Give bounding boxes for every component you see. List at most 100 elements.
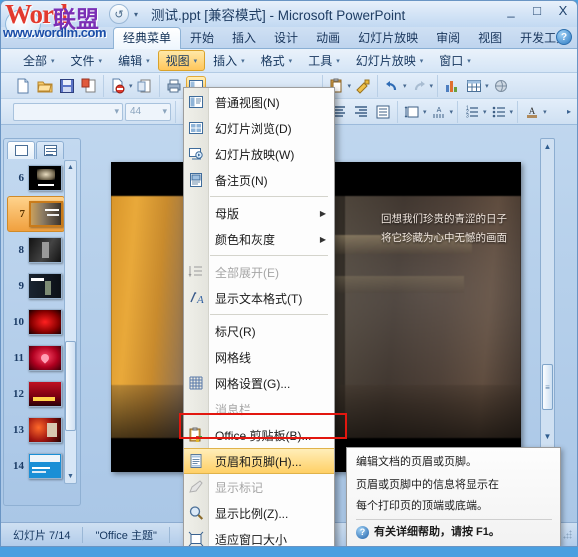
chevron-down-icon[interactable]: ▾ — [132, 10, 140, 19]
slide-thumbnail-preview[interactable] — [28, 165, 62, 191]
help-icon[interactable]: ? — [556, 29, 572, 45]
line-spacing-icon[interactable] — [402, 102, 422, 122]
slide-thumbnail-preview[interactable] — [28, 309, 62, 335]
menu-item-6[interactable]: 工具 ▾ — [300, 50, 348, 71]
list-item[interactable]: 8 — [7, 232, 65, 268]
chevron-down-icon[interactable]: ▾ — [241, 57, 245, 65]
menu-item-1[interactable]: 文件 ▾ — [63, 50, 111, 71]
chart-icon[interactable] — [442, 76, 462, 96]
dropdown-item-18[interactable]: 显示比例(Z)... — [184, 500, 334, 526]
chevron-down-icon[interactable]: ▾ — [162, 106, 167, 117]
thumbnail-scrollbar[interactable]: ▲ ▼ — [64, 160, 77, 484]
print-preview-icon[interactable] — [79, 76, 99, 96]
character-spacing-icon[interactable]: A — [429, 102, 449, 122]
list-item[interactable]: 13 — [7, 412, 65, 448]
align-right-icon[interactable] — [351, 102, 371, 122]
list-item[interactable]: 11 — [7, 340, 65, 376]
scrollbar-thumb[interactable] — [65, 341, 76, 431]
tab-4[interactable]: 动画 — [307, 28, 349, 49]
chevron-down-icon[interactable]: ▾ — [289, 57, 293, 65]
chevron-down-icon[interactable]: ▾ — [51, 57, 55, 65]
tab-7[interactable]: 视图 — [469, 28, 511, 49]
new-document-icon[interactable] — [13, 76, 33, 96]
chevron-down-icon[interactable]: ▾ — [543, 108, 547, 116]
scroll-up-arrow[interactable]: ▲ — [65, 161, 76, 174]
scrollbar-thumb[interactable]: ≡ — [542, 364, 553, 410]
tab-outline[interactable] — [36, 141, 64, 159]
theme-name[interactable]: "Office 主题" — [83, 526, 170, 543]
chevron-down-icon[interactable]: ▾ — [348, 82, 352, 90]
bulleted-list-icon[interactable] — [489, 102, 509, 122]
chevron-down-icon[interactable]: ▾ — [450, 108, 454, 116]
dropdown-item-3[interactable]: 备注页(N) — [184, 167, 334, 193]
slide-thumbnail-preview[interactable] — [29, 201, 63, 227]
dropdown-item-13[interactable]: 网格设置(G)... — [184, 370, 334, 396]
slide-thumbnail-preview[interactable] — [28, 381, 62, 407]
chevron-down-icon[interactable]: ▾ — [483, 108, 487, 116]
list-item[interactable]: 14 — [7, 448, 65, 484]
menu-item-5[interactable]: 格式 ▾ — [253, 50, 301, 71]
minimize-button[interactable]: _ — [503, 3, 519, 18]
menu-item-7[interactable]: 幻灯片放映 ▾ — [348, 50, 432, 71]
chevron-down-icon[interactable]: ▾ — [467, 57, 471, 65]
chevron-down-icon[interactable]: ▾ — [99, 57, 103, 65]
slide-thumbnail-preview[interactable] — [28, 237, 62, 263]
list-item[interactable]: 12 — [7, 376, 65, 412]
menu-item-3[interactable]: 视图 ▾ — [157, 50, 206, 71]
format-painter-icon[interactable] — [353, 76, 373, 96]
chevron-down-icon[interactable]: ▾ — [403, 82, 407, 90]
insert-hyperlink-icon[interactable] — [491, 76, 511, 96]
chevron-down-icon[interactable]: ▾ — [336, 57, 340, 65]
dropdown-item-6[interactable]: 颜色和灰度 ▶ — [184, 226, 334, 252]
dropdown-item-5[interactable]: 母版 ▶ — [184, 200, 334, 226]
tab-5[interactable]: 幻灯片放映 — [349, 28, 427, 49]
list-item[interactable]: 10 — [7, 304, 65, 340]
dropdown-item-0[interactable]: 普通视图(N) — [184, 89, 334, 115]
align-justify-icon[interactable] — [373, 102, 393, 122]
thumbnail-list[interactable]: 6 7 8 9 10 11 12 13 14 — [7, 160, 65, 484]
dropdown-item-12[interactable]: 网格线 — [184, 344, 334, 370]
font-size-combo[interactable]: 44 ▾ — [125, 102, 171, 121]
scroll-down-arrow[interactable]: ▼ — [541, 429, 554, 443]
menu-item-4[interactable]: 插入 ▾ — [205, 50, 253, 71]
dropdown-item-16[interactable]: 页眉和页脚(H)... — [184, 448, 334, 474]
toolbar-overflow-icon[interactable]: ▸ — [567, 107, 577, 116]
chevron-down-icon[interactable]: ▾ — [420, 57, 424, 65]
redo-arrow-icon[interactable] — [409, 76, 429, 96]
font-name-combo[interactable]: ▾ — [13, 102, 123, 121]
list-item[interactable]: 9 — [7, 268, 65, 304]
font-color-icon[interactable]: A — [522, 102, 542, 122]
scroll-down-arrow[interactable]: ▼ — [65, 470, 76, 483]
undo-arrow-icon[interactable] — [382, 76, 402, 96]
close-button[interactable]: X — [555, 3, 571, 18]
tab-6[interactable]: 审阅 — [427, 28, 469, 49]
window-controls[interactable]: _ □ X — [503, 3, 571, 18]
slide-thumbnail-preview[interactable] — [28, 453, 62, 479]
slide-thumbnail-preview[interactable] — [28, 273, 62, 299]
chevron-down-icon[interactable]: ▾ — [194, 57, 198, 65]
chevron-down-icon[interactable]: ▾ — [485, 82, 489, 90]
attach-file-icon[interactable] — [135, 76, 155, 96]
tab-slides[interactable] — [7, 141, 35, 159]
dropdown-item-11[interactable]: 标尺(R) — [184, 318, 334, 344]
slide-thumbnail-preview[interactable] — [28, 417, 62, 443]
maximize-button[interactable]: □ — [529, 3, 545, 18]
list-item[interactable]: 7 — [7, 196, 65, 232]
scroll-up-arrow[interactable]: ▲ — [541, 139, 554, 153]
slide-thumbnail-preview[interactable] — [28, 345, 62, 371]
save-icon[interactable] — [57, 76, 77, 96]
dropdown-item-9[interactable]: A 显示文本格式(T) — [184, 285, 334, 311]
list-item[interactable]: 6 — [7, 160, 65, 196]
dropdown-item-1[interactable]: 幻灯片浏览(D) — [184, 115, 334, 141]
chevron-down-icon[interactable]: ▾ — [423, 108, 427, 116]
chevron-down-icon[interactable]: ▾ — [146, 57, 150, 65]
menu-item-8[interactable]: 窗口 ▾ — [431, 50, 479, 71]
chevron-down-icon[interactable]: ▾ — [114, 106, 119, 117]
tab-3[interactable]: 设计 — [265, 28, 307, 49]
dropdown-item-2[interactable]: 幻灯片放映(W) — [184, 141, 334, 167]
tab-1[interactable]: 开始 — [181, 28, 223, 49]
menu-item-0[interactable]: 全部 ▾ — [15, 50, 63, 71]
tab-0[interactable]: 经典菜单 — [113, 27, 182, 49]
chevron-down-icon[interactable]: ▾ — [129, 82, 133, 90]
slide-text-box[interactable]: 回想我们珍贵的青涩的日子 将它珍藏为心中无憾的画面 — [381, 210, 507, 248]
